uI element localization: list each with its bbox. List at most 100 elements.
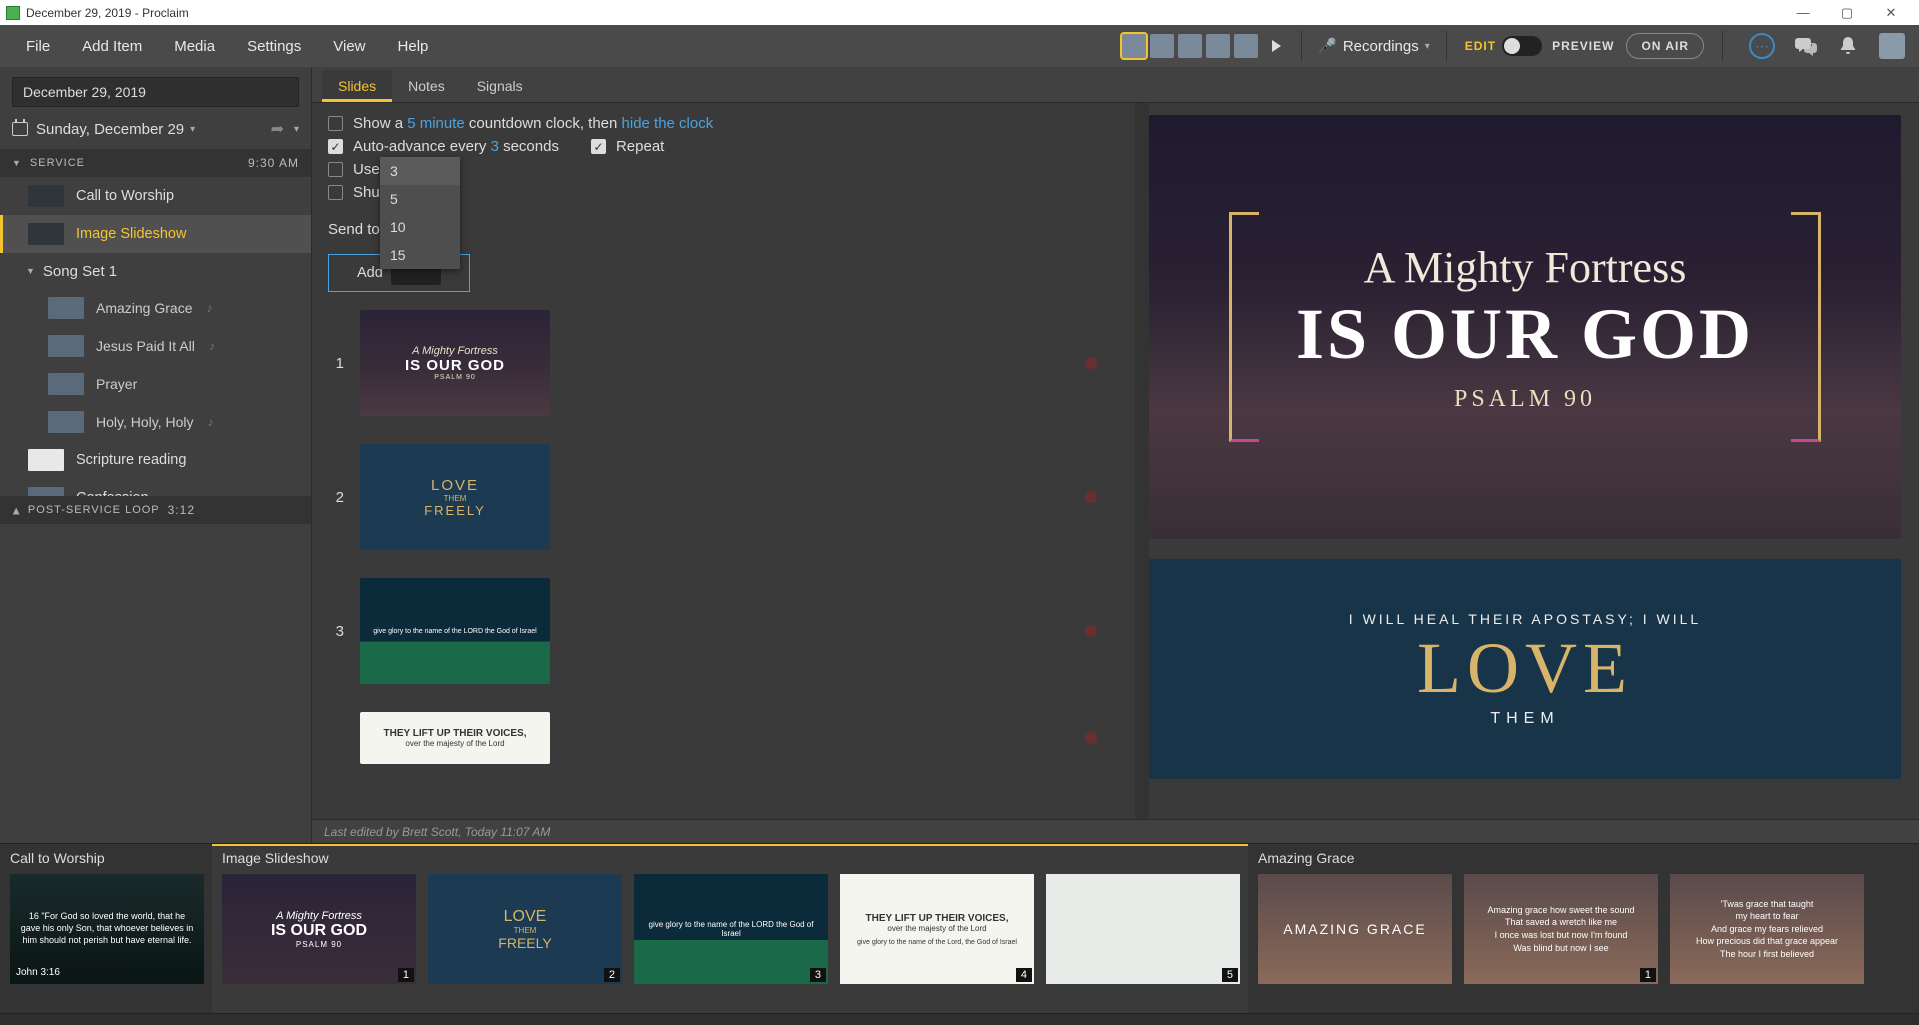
group-label: Song Set 1 [43, 263, 117, 280]
on-air-button[interactable]: ON AIR [1626, 33, 1704, 59]
item-label: Holy, Holy, Holy [96, 414, 194, 430]
bell-icon[interactable] [1837, 35, 1859, 57]
status-dot[interactable] [1085, 491, 1097, 503]
auto-advance-seconds-link[interactable]: 3 [491, 138, 499, 155]
tab-slides[interactable]: Slides [322, 70, 392, 102]
section-header-service[interactable]: ▼ SERVICE 9:30 AM [0, 149, 311, 177]
panel-divider[interactable] [1135, 103, 1149, 819]
menu-help[interactable]: Help [382, 25, 445, 67]
sidebar-item-jesus-paid[interactable]: Jesus Paid It All ♪ [0, 327, 311, 365]
filmstrip-group-image-slideshow: Image Slideshow A Mighty Fortress IS OUR… [212, 844, 1248, 1013]
countdown-duration-link[interactable]: 5 minute [407, 115, 465, 132]
sidebar-item-amazing-grace[interactable]: Amazing Grace ♪ [0, 289, 311, 327]
mic-icon: 🎤 [1318, 37, 1337, 55]
sidebar-item-image-slideshow[interactable]: Image Slideshow [0, 215, 311, 253]
slide-row[interactable]: THEY LIFT UP THEIR VOICES, over the maje… [328, 712, 1117, 764]
current-user-avatar[interactable] [1879, 33, 1905, 59]
menu-media[interactable]: Media [158, 25, 231, 67]
dropdown-option[interactable]: 10 [380, 213, 460, 241]
section-label: POST-SERVICE LOOP [28, 504, 160, 516]
avatar[interactable] [1150, 34, 1174, 58]
chat-icon[interactable] [1795, 35, 1817, 57]
filmstrip-thumb[interactable]: AMAZING GRACE [1258, 874, 1452, 984]
tab-signals[interactable]: Signals [461, 70, 539, 102]
status-dot[interactable] [1085, 357, 1097, 369]
preview-line: PSALM 90 [1454, 386, 1596, 413]
recordings-dropdown[interactable]: 🎤 Recordings ▾ [1308, 37, 1440, 55]
label: seconds [499, 138, 559, 155]
menu-file[interactable]: File [10, 25, 66, 67]
footer-resize-handle[interactable] [0, 1013, 1919, 1025]
dropdown-option[interactable]: 3 [380, 157, 460, 185]
menu-add-item[interactable]: Add Item [66, 25, 158, 67]
sidebar-item-prayer[interactable]: Prayer [0, 365, 311, 403]
sidebar-item-call-to-worship[interactable]: Call to Worship [0, 177, 311, 215]
preview-line: IS OUR GOD [1296, 293, 1754, 376]
tab-notes[interactable]: Notes [392, 70, 461, 102]
checkbox-shuffle[interactable] [328, 185, 343, 200]
item-label: Amazing Grace [96, 300, 192, 316]
slide-thumbnail[interactable]: LOVE THEM FREELY [360, 444, 550, 550]
window-minimize-button[interactable]: — [1781, 0, 1825, 25]
more-icon[interactable]: ⋯ [1749, 33, 1775, 59]
preview-current-slide[interactable]: A Mighty Fortress IS OUR GOD PSALM 90 [1149, 115, 1901, 539]
avatar[interactable] [1178, 34, 1202, 58]
filmstrip-thumb[interactable]: give glory to the name of the LORD the G… [634, 874, 828, 984]
checkbox-countdown[interactable] [328, 116, 343, 131]
presentation-date-box[interactable]: December 29, 2019 [12, 77, 299, 107]
separator [1722, 31, 1723, 61]
slide-badge: 1 [1640, 968, 1656, 982]
dropdown-option[interactable]: 5 [380, 185, 460, 213]
sidebar-item-confession[interactable]: Confession [0, 479, 311, 496]
filmstrip-thumb[interactable]: Amazing grace how sweet the sound That s… [1464, 874, 1658, 984]
section-header-post-service[interactable]: ▶ POST-SERVICE LOOP 3:12 [0, 496, 311, 524]
slide-row[interactable]: 3 give glory to the name of the LORD the… [328, 578, 1117, 684]
window-close-button[interactable]: ✕ [1869, 0, 1913, 25]
app-icon [6, 6, 20, 20]
status-dot[interactable] [1085, 625, 1097, 637]
music-icon: ♪ [206, 301, 212, 315]
window-title: December 29, 2019 - Proclaim [26, 6, 189, 20]
edit-preview-toggle[interactable] [1502, 36, 1542, 56]
avatar[interactable] [1234, 34, 1258, 58]
avatar[interactable] [1206, 34, 1230, 58]
status-dot[interactable] [1085, 732, 1097, 744]
filmstrip-thumb[interactable]: A Mighty Fortress IS OUR GOD PSALM 90 1 [222, 874, 416, 984]
checkbox-auto-advance[interactable] [328, 139, 343, 154]
slide-row[interactable]: 2 LOVE THEM FREELY [328, 444, 1117, 550]
label: Show a [353, 115, 407, 132]
item-label: Jesus Paid It All [96, 338, 195, 354]
filmstrip-thumb[interactable]: 16 "For God so loved the world, that he … [10, 874, 204, 984]
window-maximize-button[interactable]: ▢ [1825, 0, 1869, 25]
slide-thumbnail[interactable]: THEY LIFT UP THEIR VOICES, over the maje… [360, 712, 550, 764]
avatar[interactable] [1122, 34, 1146, 58]
share-icon[interactable]: ➦ [271, 119, 284, 139]
dropdown-option[interactable]: 15 [380, 241, 460, 269]
sidebar-group-song-set-1[interactable]: ▼ Song Set 1 [0, 253, 311, 289]
checkbox-use-no[interactable] [328, 162, 343, 177]
filmstrip-thumb[interactable]: THEY LIFT UP THEIR VOICES, over the maje… [840, 874, 1034, 984]
menu-settings[interactable]: Settings [231, 25, 317, 67]
slide-thumbnail[interactable]: A Mighty Fortress IS OUR GOD PSALM 90 [360, 310, 550, 416]
filmstrip-group-title: Amazing Grace [1258, 850, 1864, 870]
filmstrip-thumb[interactable]: 'Twas grace that taught my heart to fear… [1670, 874, 1864, 984]
thumbnail [48, 411, 84, 433]
preview-next-slide[interactable]: I WILL HEAL THEIR APOSTASY; I WILL LOVE … [1149, 559, 1901, 779]
slide-row[interactable]: 1 A Mighty Fortress IS OUR GOD PSALM 90 [328, 310, 1117, 416]
sidebar-item-holy[interactable]: Holy, Holy, Holy ♪ [0, 403, 311, 441]
slide-number: 1 [328, 355, 344, 372]
checkbox-repeat[interactable] [591, 139, 606, 154]
menu-view[interactable]: View [317, 25, 381, 67]
slide-thumbnail[interactable]: give glory to the name of the LORD the G… [360, 578, 550, 684]
preview-line: THEM [1490, 710, 1559, 728]
filmstrip-thumb[interactable]: 5 [1046, 874, 1240, 984]
sidebar-item-scripture[interactable]: Scripture reading [0, 441, 311, 479]
presentation-day-picker[interactable]: Sunday, December 29 ▾ ➦ ▾ [0, 113, 311, 149]
filmstrip-thumb[interactable]: LOVE THEM FREELY 2 [428, 874, 622, 984]
countdown-end-link[interactable]: hide the clock [622, 115, 714, 132]
preview-line: A Mighty Fortress [1364, 242, 1687, 293]
label: countdown clock, then [465, 115, 622, 132]
play-icon[interactable] [1272, 40, 1281, 52]
thumbnail [28, 223, 64, 245]
seconds-dropdown: 3 5 10 15 [380, 157, 460, 269]
